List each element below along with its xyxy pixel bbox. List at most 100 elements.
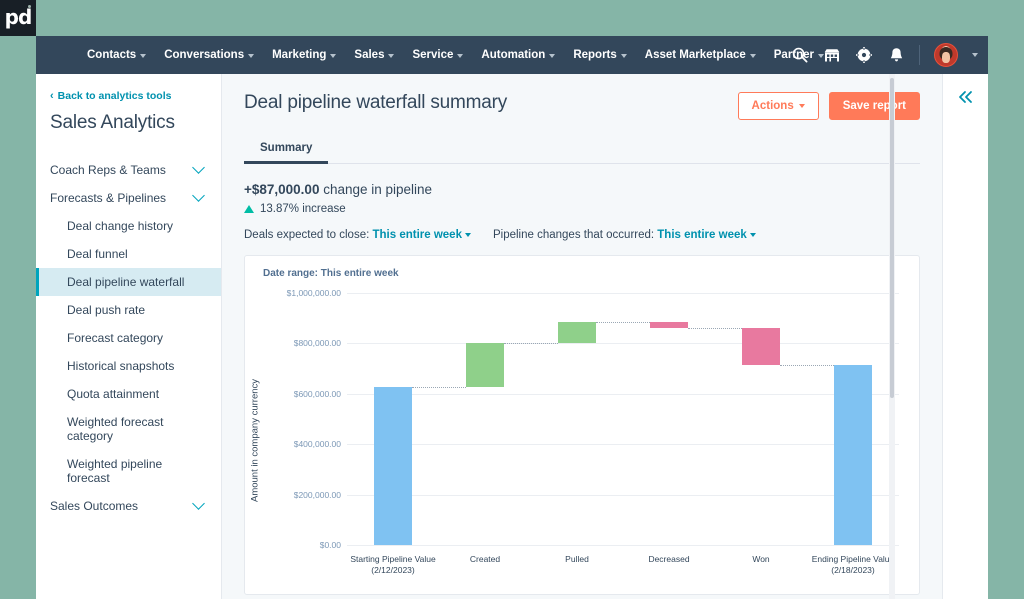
global-nav-items: Contacts Conversations Marketing Sales S… <box>36 36 833 74</box>
search-icon[interactable] <box>791 46 809 64</box>
app-window: Contacts Conversations Marketing Sales S… <box>36 36 988 599</box>
nav-item-label: Contacts <box>87 49 136 61</box>
sidebar-group-header-coach-reps-teams[interactable]: Coach Reps & Teams <box>36 156 221 184</box>
chart-bar[interactable] <box>742 328 781 365</box>
sidebar-item-quota-attainment[interactable]: Quota attainment <box>36 380 221 408</box>
sidebar-group-header-forecasts-pipelines[interactable]: Forecasts & Pipelines <box>36 184 221 212</box>
nav-item-conversations[interactable]: Conversations <box>155 36 263 74</box>
right-rail <box>942 74 988 599</box>
nav-item-sales[interactable]: Sales <box>345 36 403 74</box>
nav-item-label: Reports <box>573 49 616 61</box>
marketplace-icon[interactable] <box>823 46 841 64</box>
kpi-suffix: change in pipeline <box>319 182 432 197</box>
y-axis-tick-label: $800,000.00 <box>294 338 341 348</box>
gear-icon[interactable] <box>855 46 873 64</box>
sidebar-item-weighted-forecast-category[interactable]: Weighted forecast category <box>36 408 221 450</box>
chevron-down-icon <box>549 54 555 58</box>
avatar[interactable] <box>934 43 958 67</box>
chevron-down-icon <box>192 497 205 510</box>
sidebar-item-label: Deal push rate <box>67 303 145 317</box>
filter-value[interactable]: This entire week <box>373 229 462 241</box>
tab-label: Summary <box>260 142 312 154</box>
chevron-down-icon <box>248 54 254 58</box>
chevron-down-icon[interactable] <box>465 233 471 237</box>
filter-value[interactable]: This entire week <box>657 229 746 241</box>
trend-up-icon <box>244 205 254 213</box>
sidebar-group-header-sales-outcomes[interactable]: Sales Outcomes <box>36 492 221 520</box>
main-scrollbar[interactable] <box>889 74 895 599</box>
y-axis-tick-label: $600,000.00 <box>294 389 341 399</box>
main-content: Deal pipeline waterfall summary Actions … <box>222 74 942 599</box>
chart-bar[interactable] <box>466 343 505 387</box>
y-axis-tick-label: $0.00 <box>320 540 341 550</box>
delta-line: 13.87% increase <box>244 203 920 215</box>
nav-item-label: Asset Marketplace <box>645 49 746 61</box>
chevron-double-left-icon[interactable] <box>955 86 977 108</box>
gridline <box>347 394 899 395</box>
sidebar-item-forecast-category[interactable]: Forecast category <box>36 324 221 352</box>
gridline <box>347 343 899 344</box>
sidebar-group-label: Coach Reps & Teams <box>50 163 166 177</box>
sidebar-group-sales-outcomes: Sales Outcomes <box>36 492 221 520</box>
chart-bar[interactable] <box>558 322 597 344</box>
sidebar-group-forecasts-pipelines: Forecasts & Pipelines Deal change histor… <box>36 184 221 492</box>
sidebar-item-label: Deal change history <box>67 219 173 233</box>
y-axis-title: Amount in company currency <box>250 379 261 502</box>
sidebar-item-label: Quota attainment <box>67 387 159 401</box>
chevron-down-icon <box>140 54 146 58</box>
x-axis-tick-label: Created <box>440 554 530 565</box>
nav-item-marketing[interactable]: Marketing <box>263 36 345 74</box>
chart-date-range-label: Date range: This entire week <box>255 268 905 279</box>
sidebar-item-weighted-pipeline-forecast[interactable]: Weighted pipeline forecast <box>36 450 221 492</box>
nav-item-label: Conversations <box>164 49 244 61</box>
global-navigation-bar: Contacts Conversations Marketing Sales S… <box>36 36 988 74</box>
app-body: ‹ Back to analytics tools Sales Analytic… <box>36 74 988 599</box>
back-link-label: Back to analytics tools <box>58 90 172 102</box>
chevron-down-icon <box>799 104 805 108</box>
sidebar-item-historical-snapshots[interactable]: Historical snapshots <box>36 352 221 380</box>
tab-summary[interactable]: Summary <box>244 136 328 163</box>
chevron-down-icon <box>457 54 463 58</box>
chart-bar[interactable] <box>650 322 689 329</box>
chevron-down-icon[interactable] <box>750 233 756 237</box>
nav-item-label: Service <box>412 49 453 61</box>
save-report-button-label: Save report <box>843 100 906 112</box>
waterfall-chart[interactable]: $1,000,000.00$800,000.00$600,000.00$400,… <box>347 293 899 545</box>
sidebar-item-deal-change-history[interactable]: Deal change history <box>36 212 221 240</box>
back-to-analytics-tools-link[interactable]: ‹ Back to analytics tools <box>36 90 221 102</box>
report-container: Deal pipeline waterfall summary Actions … <box>222 74 942 595</box>
x-axis-tick-label: Won <box>716 554 806 565</box>
filter-deals-expected-to-close: Deals expected to close: This entire wee… <box>244 229 471 241</box>
nav-item-reports[interactable]: Reports <box>564 36 635 74</box>
actions-button[interactable]: Actions <box>738 92 819 120</box>
waterfall-connector <box>596 322 649 323</box>
sidebar-group-label: Forecasts & Pipelines <box>50 191 166 205</box>
sidebar-item-deal-funnel[interactable]: Deal funnel <box>36 240 221 268</box>
nav-item-label: Automation <box>481 49 545 61</box>
logo-glyph: pd <box>5 7 32 27</box>
chart-bar[interactable] <box>834 365 873 545</box>
nav-item-service[interactable]: Service <box>403 36 472 74</box>
nav-item-asset-marketplace[interactable]: Asset Marketplace <box>636 36 765 74</box>
sidebar-item-label: Forecast category <box>67 331 163 345</box>
sidebar-item-deal-push-rate[interactable]: Deal push rate <box>36 296 221 324</box>
sidebar-item-label: Weighted pipeline forecast <box>67 457 162 485</box>
global-nav-utilities <box>791 36 978 74</box>
filter-pipeline-changes-that-occurred: Pipeline changes that occurred: This ent… <box>493 229 756 241</box>
chart-plot-wrap: Amount in company currency $1,000,000.00… <box>255 285 905 585</box>
nav-item-contacts[interactable]: Contacts <box>78 36 155 74</box>
y-axis-tick-label: $400,000.00 <box>294 439 341 449</box>
nav-item-automation[interactable]: Automation <box>472 36 564 74</box>
notifications-icon[interactable] <box>887 46 905 64</box>
sidebar-group-label: Sales Outcomes <box>50 499 138 513</box>
chevron-down-icon[interactable] <box>972 53 978 57</box>
save-report-button[interactable]: Save report <box>829 92 920 120</box>
background-tile <box>0 36 36 72</box>
sidebar-item-label: Historical snapshots <box>67 359 174 373</box>
scrollbar-thumb[interactable] <box>890 78 894 398</box>
report-header: Deal pipeline waterfall summary Actions … <box>244 92 920 120</box>
chart-bar[interactable] <box>374 387 413 545</box>
x-axis-tick-label: Decreased <box>624 554 714 565</box>
chevron-down-icon <box>388 54 394 58</box>
sidebar-item-deal-pipeline-waterfall[interactable]: Deal pipeline waterfall <box>36 268 221 296</box>
